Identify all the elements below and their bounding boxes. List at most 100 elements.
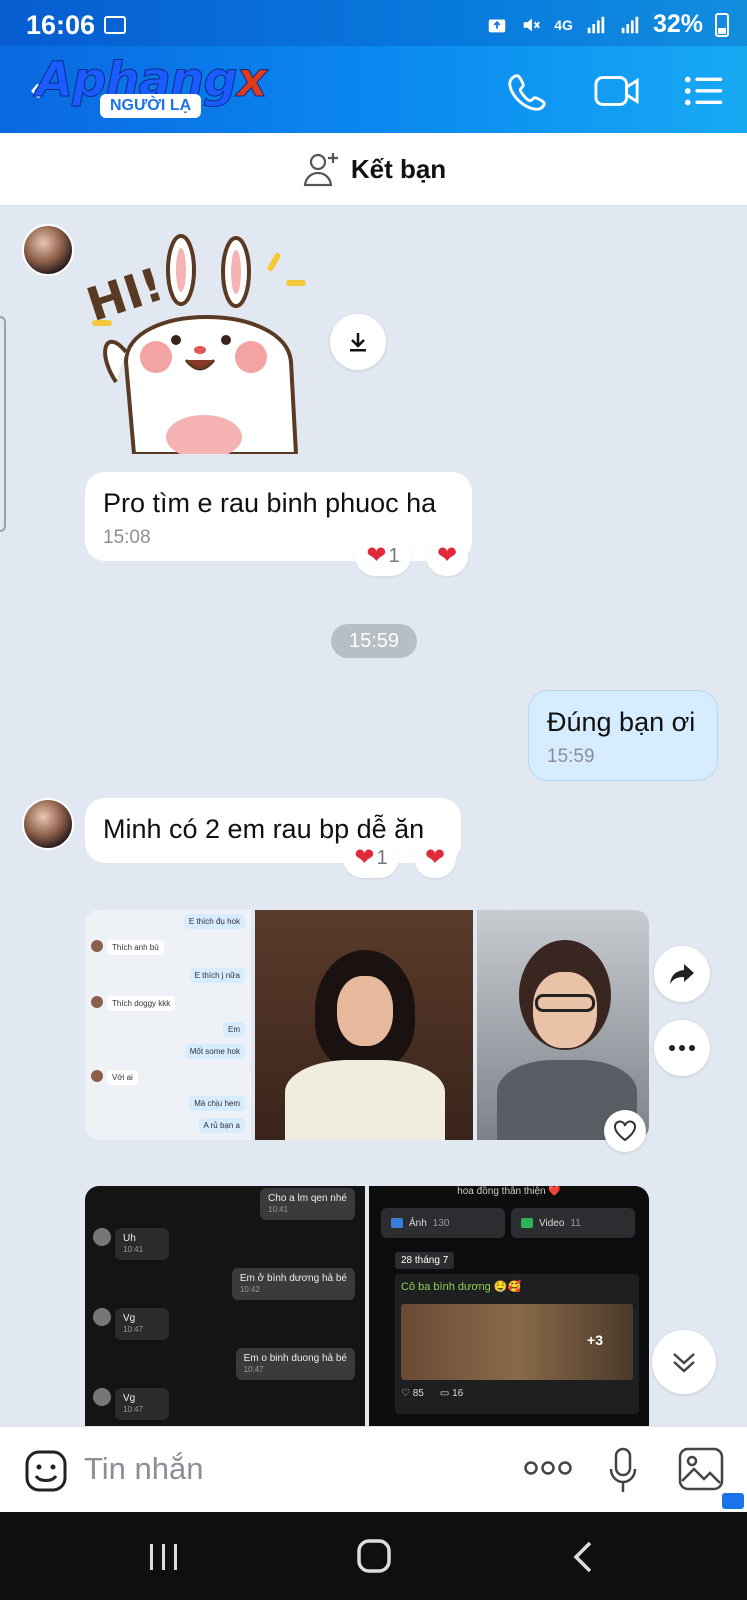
dark-message: Cho a lm qen nhé 10:41: [260, 1188, 355, 1220]
back-nav-icon[interactable]: [572, 1540, 594, 1574]
mini-avatar: [91, 996, 103, 1008]
message-bubble-sent[interactable]: Đúng bạn ơi 15:59: [528, 690, 718, 781]
add-friend-icon: [303, 153, 338, 187]
message-composer: Tin nhắn: [0, 1426, 747, 1512]
stranger-badge: NGƯỜI LẠ: [100, 94, 202, 118]
heart-icon: ❤: [436, 542, 458, 569]
video-call-icon[interactable]: [592, 68, 642, 114]
gallery-notification-icon: [104, 16, 126, 34]
mini-message: Thích anh bú: [107, 940, 164, 955]
home-icon[interactable]: [356, 1538, 392, 1574]
dark-message: Uh 10:41: [115, 1228, 169, 1260]
message-bubble-received[interactable]: Pro tìm e rau binh phuoc ha 15:08: [85, 472, 472, 561]
message-bubble-received[interactable]: Minh có 2 em rau bp dễ ăn: [85, 798, 461, 863]
reaction-summary[interactable]: ❤ 1: [343, 838, 399, 878]
share-button[interactable]: [654, 946, 710, 1002]
dark-message: Vg 10:47: [115, 1308, 169, 1340]
phone-icon[interactable]: [505, 68, 551, 114]
chat-area[interactable]: HI! Pro tìm e rau binh phuoc ha 15:08 ❤ 1…: [0, 206, 747, 1426]
mini-avatar: [93, 1388, 111, 1406]
message-text: Pro tìm e rau binh phuoc ha: [103, 488, 437, 518]
videos-tab: Video 11: [511, 1208, 635, 1238]
mini-message: Em: [223, 1022, 245, 1037]
message-time: 15:59: [547, 746, 595, 767]
avatar[interactable]: [22, 224, 74, 276]
mini-message: E thích đụ hok: [183, 914, 245, 929]
status-time: 16:06: [26, 10, 96, 40]
microphone-icon[interactable]: [608, 1447, 638, 1495]
heart-outline-icon: [614, 1120, 636, 1142]
like-button[interactable]: [604, 1110, 646, 1152]
heart-icon: ❤: [354, 844, 375, 871]
download-button[interactable]: [330, 314, 386, 370]
mini-message: Thích doggy kkk: [107, 996, 176, 1011]
mini-message: Với ai: [107, 1070, 138, 1085]
profile-bio: hoa đồng thân thiện ❤️: [457, 1186, 561, 1197]
status-right: 4G 32%: [486, 10, 729, 39]
post-photos: +3: [401, 1304, 633, 1380]
more-photos-count: +3: [587, 1332, 603, 1348]
gallery-icon[interactable]: [678, 1447, 724, 1491]
mute-icon: [523, 18, 541, 31]
recent-apps-icon[interactable]: [148, 1542, 180, 1572]
add-friend-button[interactable]: Kết bạn: [0, 133, 747, 206]
menu-icon[interactable]: [682, 68, 728, 114]
system-nav-bar: [0, 1512, 747, 1600]
sticker-emoji-icon[interactable]: [24, 1449, 68, 1493]
status-bar: 16:06 4G 32%: [0, 0, 747, 46]
react-button[interactable]: ❤: [414, 838, 456, 878]
more-icon: [669, 1045, 695, 1051]
photos-tab: Ảnh 130: [381, 1208, 505, 1238]
post-text: Cô ba bình dương 🤤🥰: [401, 1281, 522, 1293]
message-text: Đúng bạn ơi: [547, 707, 696, 737]
time-divider: 15:59: [331, 624, 417, 658]
mini-avatar: [93, 1308, 111, 1326]
battery-icon: [715, 12, 729, 37]
top-bar: 16:06 4G 32% ‹ Aphangx NGƯỜI LẠ: [0, 0, 747, 133]
selfie-photo[interactable]: [477, 910, 649, 1140]
add-friend-label: Kết bạn: [350, 153, 447, 184]
battery-percent: 32%: [652, 10, 703, 38]
photo-icon: [391, 1218, 403, 1228]
share-icon: [670, 964, 694, 984]
mini-avatar: [91, 1070, 103, 1082]
portrait-photo[interactable]: [255, 910, 473, 1140]
network-type: 4G: [554, 16, 573, 33]
photo-album[interactable]: E thích đụ hok Thích anh bú E thích j nữ…: [85, 910, 649, 1140]
more-actions-icon[interactable]: [524, 1461, 572, 1475]
upload-notification-icon: [489, 19, 506, 32]
hi-bunny-sticker[interactable]: HI!: [86, 232, 316, 454]
mini-avatar: [91, 940, 103, 952]
mini-avatar: [93, 1228, 111, 1246]
avatar[interactable]: [22, 798, 74, 850]
video-icon: [521, 1218, 533, 1228]
download-icon: [350, 333, 366, 352]
mini-message: Mà chịu hem: [189, 1096, 245, 1111]
dark-message: Em o binh duong hả bé 10:47: [235, 1348, 355, 1380]
heart-icon: ❤: [366, 542, 387, 569]
mini-message: E thích j nữa: [189, 968, 245, 983]
dark-message: Em ở bình dương hả bé 10:42: [231, 1268, 355, 1300]
profile-screenshot[interactable]: hoa đồng thân thiện ❤️ Ảnh 130 Video 11 28…: [369, 1186, 649, 1426]
face-shape: [337, 976, 393, 1046]
react-button[interactable]: ❤: [426, 536, 468, 576]
dark-chat-screenshot[interactable]: Cho a lm qen nhé 10:41 Uh 10:41 Em ở bình …: [85, 1186, 365, 1426]
message-text: Minh có 2 em rau bp dễ ăn: [103, 814, 425, 844]
scroll-down-button[interactable]: [652, 1330, 716, 1394]
signal-2-icon: [621, 16, 639, 33]
heart-icon: ❤: [424, 844, 446, 871]
message-input[interactable]: Tin nhắn: [84, 1451, 204, 1487]
post-card: Cô ba bình dương 🤤🥰 +3 ♡ 85 ▭ 16: [395, 1274, 639, 1414]
chat-header: ‹ Aphangx NGƯỜI LẠ: [0, 46, 747, 133]
chat-screenshot-image[interactable]: E thích đụ hok Thích anh bú E thích j nữ…: [85, 910, 251, 1140]
upload-badge-icon: [722, 1493, 744, 1509]
reaction-summary[interactable]: ❤ 1: [355, 536, 411, 576]
mini-message: Mốt some hok: [184, 1044, 245, 1059]
more-options-button[interactable]: [654, 1020, 710, 1076]
edge-panel-handle[interactable]: [0, 316, 6, 532]
reaction-count: 1: [376, 846, 388, 869]
photo-album[interactable]: Cho a lm qen nhé 10:41 Uh 10:41 Em ở bình …: [85, 1186, 649, 1426]
mini-message: A rủ bạn a: [198, 1118, 245, 1133]
date-label: 28 tháng 7: [395, 1252, 455, 1269]
glasses-shape: [535, 994, 595, 1012]
